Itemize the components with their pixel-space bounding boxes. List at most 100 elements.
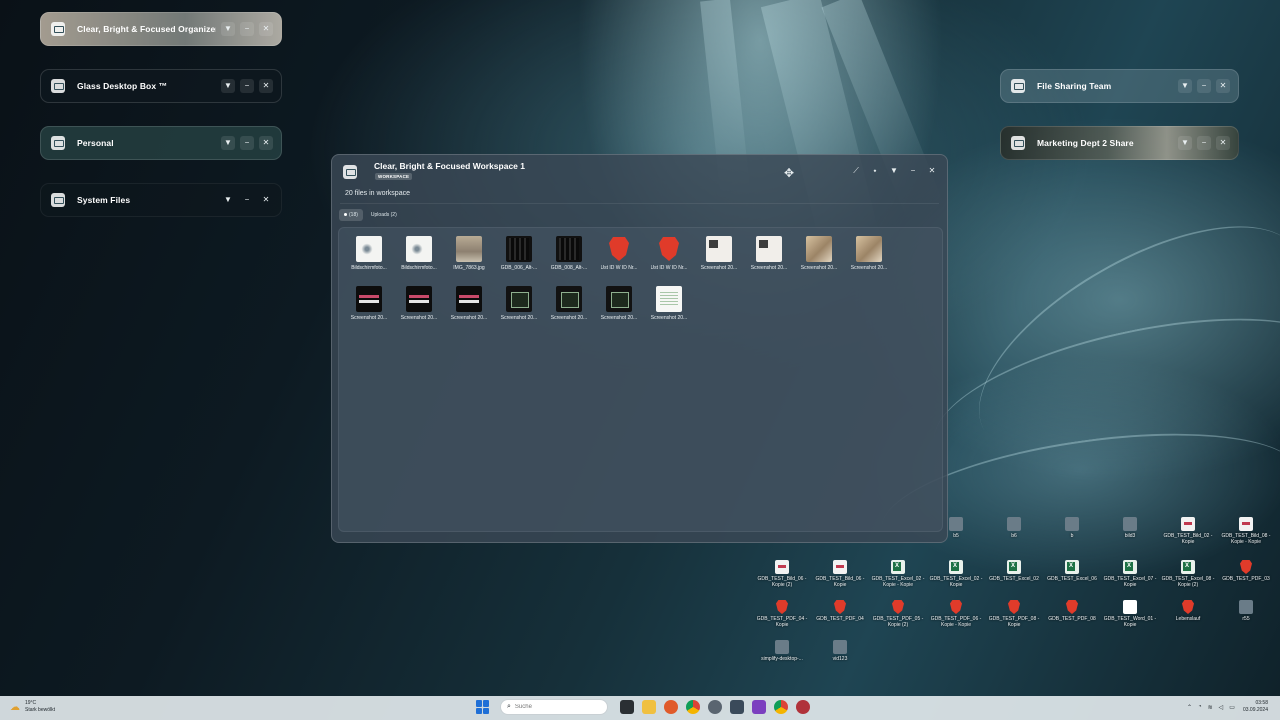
desktop-icon[interactable]: GDB_TEST_PDF_03 [1217,560,1275,582]
file-item[interactable]: Screenshot 20... [694,233,744,283]
app-icon[interactable] [708,700,722,714]
desktop-icon[interactable]: GDB_TEST_Excel_06 [1043,560,1101,582]
wifi-icon[interactable]: ≋ [1208,704,1213,711]
file-item[interactable]: Ust ID W ID Nr... [644,233,694,283]
file-item[interactable]: Ust ID W ID Nr... [594,233,644,283]
minimize-button[interactable]: − [906,164,920,178]
desktop-icon-label: r55 [1242,616,1250,622]
collapse-button[interactable]: ▼ [887,164,901,178]
file-explorer-icon[interactable] [642,700,656,714]
file-item[interactable]: Screenshot 20... [444,283,494,333]
chrome-icon[interactable] [774,700,788,714]
desktop-icon[interactable]: GDB_TEST_PDF_08 - Kopie [985,600,1043,628]
close-button[interactable]: ✕ [259,22,273,36]
desktop-icon[interactable]: GDB_TEST_Bild_08 - Kopie - Kopie [1217,517,1275,545]
minimize-button[interactable]: − [240,22,254,36]
file-item[interactable]: Screenshot 20... [744,233,794,283]
desktop-icon[interactable]: vid123 [811,640,869,662]
desktop-icon[interactable]: GDB_TEST_PDF_05 - Kopie (2) [869,600,927,628]
minimize-button[interactable]: − [240,136,254,150]
desktop-icon[interactable]: GDB_TEST_Bild_06 - Kopie [811,560,869,588]
network-icon[interactable]: ◔ [1198,704,1202,710]
desktop-icon[interactable]: b [1043,517,1101,539]
file-item[interactable]: Screenshot 20... [594,283,644,333]
file-item[interactable]: Screenshot 20... [844,233,894,283]
file-item[interactable]: Screenshot 20... [394,283,444,333]
file-item[interactable]: Bildschirmfoto... [394,233,444,283]
close-button[interactable]: ✕ [1216,136,1230,150]
close-button[interactable]: ✕ [925,164,939,178]
desktop-icon[interactable]: GDB_TEST_PDF_08 [1043,600,1101,622]
chevron-up-icon[interactable]: ⌃ [1187,704,1192,711]
desktop-icon[interactable]: GDB_TEST_Excel_02 - Kopie - Kopie [869,560,927,588]
fence-marketing-dept-2-share[interactable]: Marketing Dept 2 Share ▼ − ✕ [1000,126,1239,160]
windows-start-icon[interactable] [476,700,490,714]
tab-uploads[interactable]: Uploads (2) [366,209,402,221]
minimize-button[interactable]: − [1197,79,1211,93]
fence-organizer-2[interactable]: Clear, Bright & Focused Organizer 2 ▼ − … [40,12,282,46]
desktop-icon[interactable]: bild3 [1101,517,1159,539]
clock[interactable]: 03:58 03.09.2024 [1243,700,1268,714]
desktop-icon[interactable]: GDB_TEST_Excel_07 - Kopie [1101,560,1159,588]
app-icon[interactable] [796,700,810,714]
desktop-icon[interactable]: GDB_TEST_PDF_04 - Kopie [753,600,811,628]
tab-all[interactable]: (18) [339,209,363,221]
collapse-button[interactable]: ▼ [1178,136,1192,150]
desktop-icon-label: b5 [953,533,959,539]
collapse-button[interactable]: ▼ [221,193,235,207]
desktop-icon-label: GDB_TEST_Excel_02 - Kopie - Kopie [871,576,925,588]
workspace-window[interactable]: Clear, Bright & Focused Workspace 1 WORK… [331,154,948,543]
minimize-button[interactable]: − [240,193,254,207]
img-file-icon [1181,517,1195,531]
collapse-button[interactable]: ▼ [221,136,235,150]
collapse-button[interactable]: ▼ [221,79,235,93]
close-button[interactable]: ✕ [259,193,273,207]
desktop-icon[interactable]: simplify-desktop-... [753,640,811,662]
file-item[interactable]: Bildschirmfoto... [344,233,394,283]
file-item[interactable]: Screenshot 20... [644,283,694,333]
file-item[interactable]: Screenshot 20... [494,283,544,333]
desktop-icon[interactable]: GDB_TEST_Bild_02 - Kopie [1159,517,1217,545]
collapse-button[interactable]: ▼ [221,22,235,36]
file-thumbnail [806,236,832,262]
desktop-icon[interactable]: b6 [985,517,1043,539]
minimize-button[interactable]: − [1197,136,1211,150]
desktop-icon[interactable]: GDB_TEST_Bild_06 - Kopie (2) [753,560,811,588]
search-input[interactable] [514,704,595,710]
desktop-icon[interactable]: GDB_TEST_PDF_04 [811,600,869,622]
visual-studio-icon[interactable] [752,700,766,714]
fence-glass-desktop-box[interactable]: Glass Desktop Box ™ ▼ − ✕ [40,69,282,103]
desktop-icon[interactable]: GDB_TEST_Excel_02 - Kopie [927,560,985,588]
file-item[interactable]: IMG_7863.jpg [444,233,494,283]
brave-icon[interactable] [664,700,678,714]
battery-icon[interactable]: ▭ [1229,704,1235,711]
chrome-icon[interactable] [686,700,700,714]
fence-system-files[interactable]: System Files ▼ − ✕ [40,183,282,217]
task-view-icon[interactable] [620,700,634,714]
desktop-icon[interactable]: r55 [1217,600,1275,622]
minimize-button[interactable]: − [240,79,254,93]
move-icon[interactable]: ✥ [784,166,794,180]
volume-icon[interactable]: ◁ [1219,704,1224,711]
close-button[interactable]: ✕ [259,79,273,93]
desktop-icon[interactable]: Lebenslauf [1159,600,1217,622]
file-item[interactable]: Screenshot 20... [544,283,594,333]
collapse-button[interactable]: ▼ [1178,79,1192,93]
desktop-icon[interactable]: GDB_TEST_Word_01 - Kopie [1101,600,1159,628]
fence-personal[interactable]: Personal ▼ − ✕ [40,126,282,160]
taskbar-search[interactable]: ⌕ [500,699,608,715]
file-item[interactable]: Screenshot 20... [794,233,844,283]
close-button[interactable]: ✕ [259,136,273,150]
fence-file-sharing-team[interactable]: File Sharing Team ▼ − ✕ [1000,69,1239,103]
desktop-app-icon[interactable] [730,700,744,714]
file-item[interactable]: GDB_006_Alt-... [494,233,544,283]
desktop-icon[interactable]: GDB_TEST_Excel_02 [985,560,1043,582]
file-item[interactable]: Screenshot 20... [344,283,394,333]
weather-widget[interactable]: ☁ 19°C Stark bewölkt [10,700,55,714]
pin-icon[interactable]: ⬩ [868,164,882,178]
desktop-icon[interactable]: GDB_TEST_PDF_06 - Kopie - Kopie [927,600,985,628]
resize-icon[interactable]: ⟋ [849,164,863,178]
file-item[interactable]: GDB_008_Alt-... [544,233,594,283]
close-button[interactable]: ✕ [1216,79,1230,93]
desktop-icon[interactable]: GDB_TEST_Excel_08 - Kopie (2) [1159,560,1217,588]
